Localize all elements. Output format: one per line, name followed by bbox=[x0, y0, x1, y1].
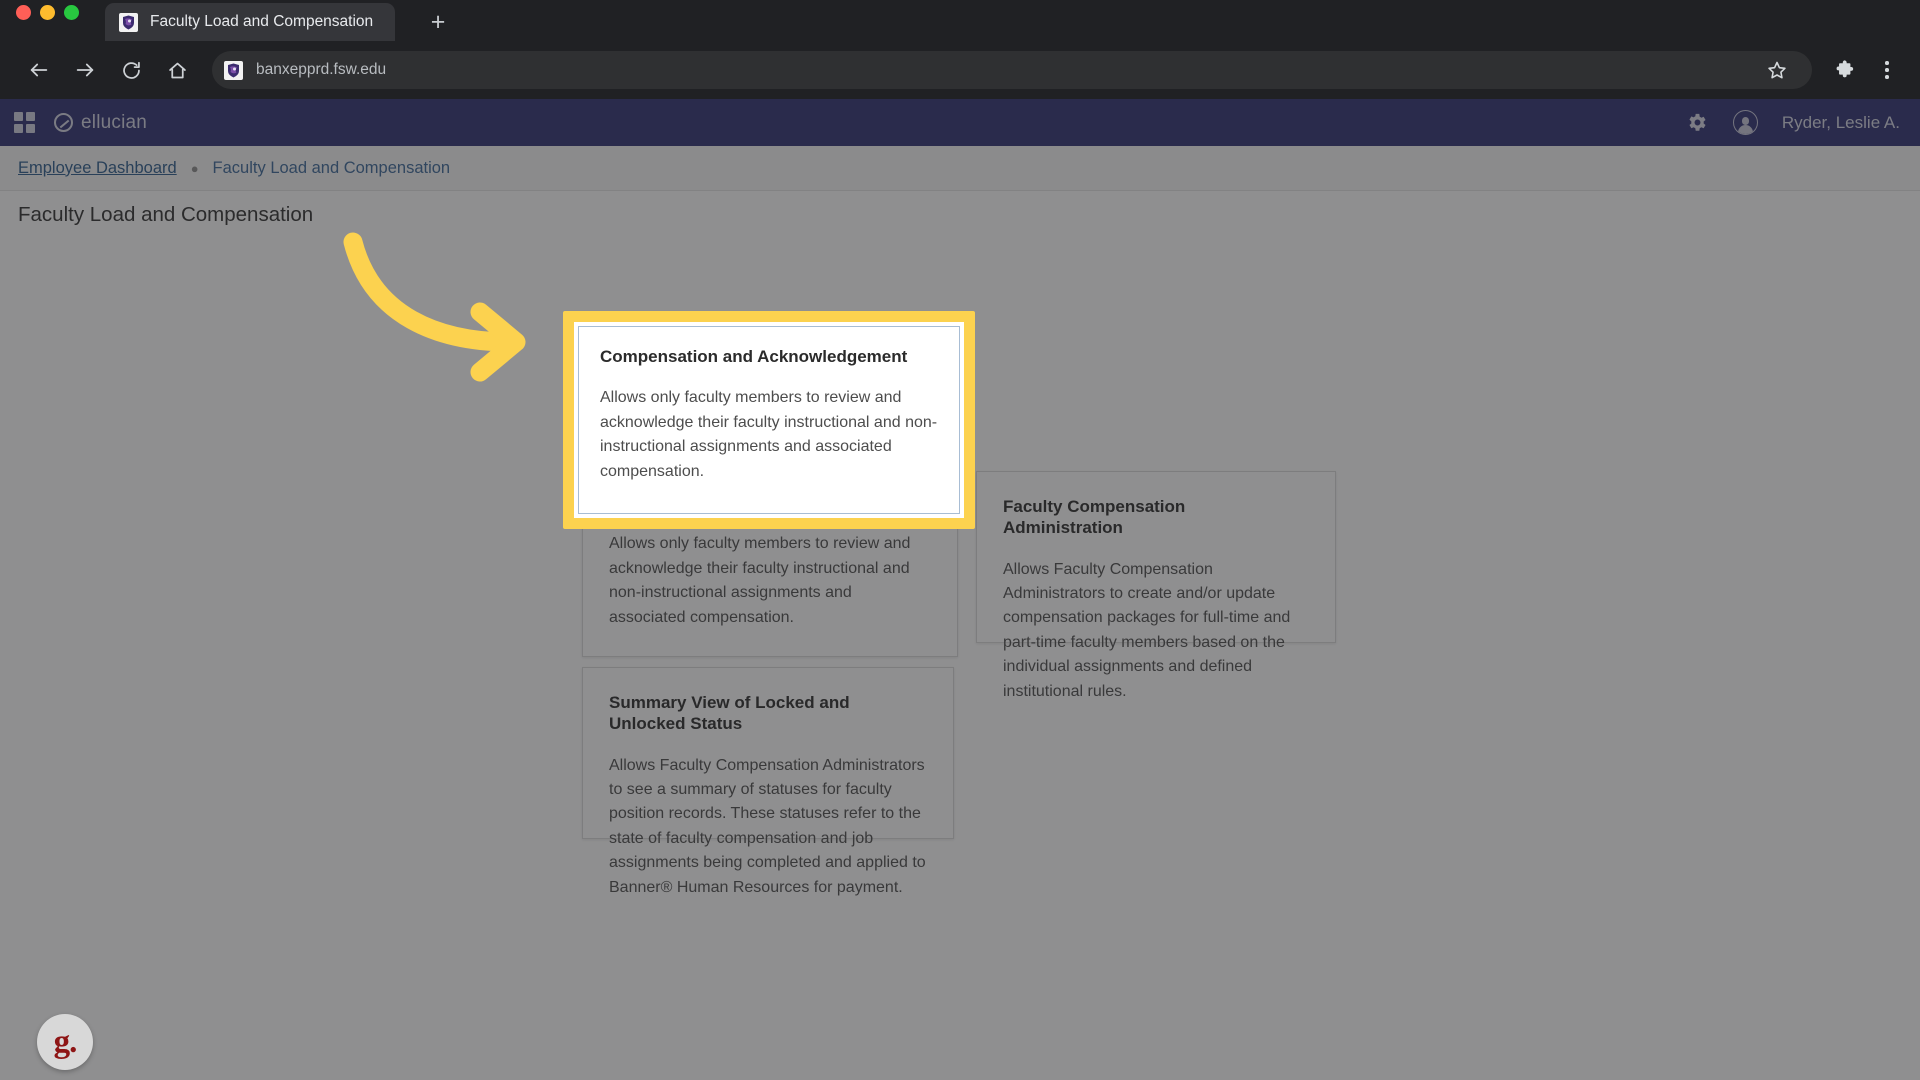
tour-highlight-card-content[interactable]: Compensation and Acknowledgement Allows … bbox=[574, 322, 964, 518]
browser-chrome: Faculty Load and Compensation + banxeppr… bbox=[0, 0, 1920, 99]
breadcrumb-separator-icon: ● bbox=[190, 160, 199, 176]
card-body: Allows Faculty Compensation Administrato… bbox=[1003, 560, 1291, 700]
home-icon[interactable] bbox=[156, 49, 198, 91]
ellucian-app-header: ellucian Ryder, Leslie A. bbox=[0, 99, 1920, 146]
user-name-label: Ryder, Leslie A. bbox=[1781, 112, 1900, 132]
card-body: Allows Faculty Compensation Administrato… bbox=[609, 756, 926, 896]
card-body: Allows only faculty members to review an… bbox=[609, 535, 911, 626]
breadcrumb-current-page: Faculty Load and Compensation bbox=[212, 158, 451, 177]
browser-tab-faculty-load-and-compensation[interactable]: Faculty Load and Compensation bbox=[105, 3, 395, 41]
app-header-right: Ryder, Leslie A. bbox=[1686, 110, 1900, 135]
tab-strip: Faculty Load and Compensation + bbox=[0, 0, 1920, 41]
card-body: Allows only faculty members to review an… bbox=[600, 389, 938, 480]
card-title: Summary View of Locked and Unlocked Stat… bbox=[609, 693, 850, 734]
browser-tab-title: Faculty Load and Compensation bbox=[150, 13, 374, 30]
card-title: Faculty Compensation Administration bbox=[1003, 497, 1186, 538]
ellucian-logo: ellucian bbox=[54, 112, 147, 134]
window-maximize-button[interactable] bbox=[64, 5, 79, 20]
card-title: Compensation and Acknowledgement bbox=[600, 347, 908, 366]
forward-arrow-icon[interactable] bbox=[64, 49, 106, 91]
apps-grid-icon[interactable] bbox=[14, 111, 36, 134]
tour-highlight-box[interactable]: Compensation and Acknowledgement Allows … bbox=[563, 311, 975, 529]
breadcrumb-link-employee-dashboard[interactable]: Employee Dashboard bbox=[18, 159, 177, 178]
address-bar[interactable]: banxepprd.fsw.edu bbox=[212, 51, 1812, 89]
site-favicon-icon bbox=[224, 60, 243, 80]
avatar-icon[interactable] bbox=[1732, 110, 1758, 135]
fsw-shield-icon bbox=[119, 12, 138, 32]
back-arrow-icon[interactable] bbox=[18, 49, 60, 91]
new-tab-button[interactable]: + bbox=[421, 7, 455, 41]
browser-menu-icon[interactable] bbox=[1868, 51, 1906, 89]
reload-icon[interactable] bbox=[110, 49, 152, 91]
ellucian-mark-icon bbox=[54, 113, 73, 132]
page-viewport: ellucian Ryder, Leslie A. Employee Dashb… bbox=[0, 99, 1920, 1080]
window-controls bbox=[16, 5, 79, 20]
page-title: Faculty Load and Compensation bbox=[0, 191, 1920, 239]
extensions-puzzle-icon[interactable] bbox=[1826, 51, 1864, 89]
bookmark-star-icon[interactable] bbox=[1758, 51, 1796, 89]
window-minimize-button[interactable] bbox=[40, 5, 55, 20]
ellucian-brand-text: ellucian bbox=[81, 111, 148, 133]
address-bar-url: banxepprd.fsw.edu bbox=[256, 61, 387, 78]
gear-icon[interactable] bbox=[1686, 111, 1709, 134]
guide-launcher-badge[interactable]: g. bbox=[37, 1014, 93, 1070]
breadcrumb: Employee Dashboard ● Faculty Load and Co… bbox=[0, 146, 1920, 191]
card-faculty-compensation-administration[interactable]: Faculty Compensation Administration Allo… bbox=[976, 471, 1336, 700]
browser-toolbar: banxepprd.fsw.edu bbox=[0, 41, 1920, 99]
card-summary-view-of-locked-and-unlocked-status[interactable]: Summary View of Locked and Unlocked Stat… bbox=[582, 667, 954, 896]
window-close-button[interactable] bbox=[16, 5, 31, 20]
